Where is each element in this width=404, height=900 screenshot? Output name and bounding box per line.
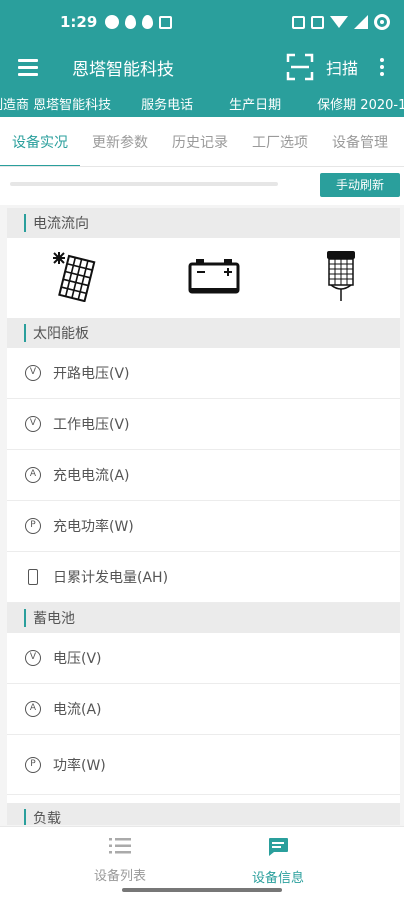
row-label: 电压(V) — [53, 651, 102, 667]
battery-icon — [188, 257, 240, 299]
production-date-info: 生产日期 — [229, 98, 282, 113]
tab-update-params[interactable]: 更新参数 — [80, 117, 160, 166]
power-icon: P — [25, 518, 41, 534]
refresh-progress-bar — [10, 182, 278, 186]
section-header-battery: 蓄电池 — [7, 603, 400, 633]
row-label: 开路电压(V) — [53, 366, 130, 382]
status-bar: 1:29 — [0, 0, 404, 44]
current-icon: A — [25, 701, 41, 717]
refresh-row: 手动刷新 — [0, 167, 404, 205]
home-indicator[interactable] — [122, 888, 282, 892]
voltage-icon: V — [25, 365, 41, 381]
scan-icon[interactable] — [286, 53, 314, 81]
message-icon — [218, 837, 338, 861]
row-label: 充电电流(A) — [53, 468, 130, 484]
current-flow-diagram — [7, 238, 400, 318]
row-label: 功率(W) — [53, 757, 106, 774]
app-bar: 恩塔智能科技 扫描 — [0, 44, 404, 90]
status-time: 1:29 — [60, 13, 98, 31]
tab-history[interactable]: 历史记录 — [160, 117, 240, 166]
manufacturer-info: 制造商 恩塔智能科技 — [0, 98, 112, 113]
tab-device-management[interactable]: 设备管理 — [320, 117, 400, 166]
list-item-open-circuit-voltage[interactable]: V 开路电压(V) — [7, 348, 400, 399]
drop-icon — [142, 15, 154, 29]
wifi-icon — [330, 16, 348, 28]
device-info-bar: 制造商 恩塔智能科技 服务电话 生产日期 保修期 2020-11 — [0, 90, 404, 117]
list-icon — [60, 837, 180, 859]
content-scroll[interactable]: 电流流向 太阳能板 V 开路电压(V) V 工作电压(V) A 充电电流(A) … — [7, 208, 400, 825]
menu-icon[interactable] — [18, 59, 38, 76]
tab-bar: 设备实况 更新参数 历史记录 工厂选项 设备管理 — [0, 117, 404, 167]
row-label: 充电功率(W) — [53, 519, 134, 535]
power-icon: P — [25, 756, 41, 773]
scan-button[interactable]: 扫描 — [326, 55, 358, 79]
notification-icon — [105, 15, 120, 29]
list-item-charge-current[interactable]: A 充电电流(A) — [7, 450, 400, 501]
list-item-battery-voltage[interactable]: V 电压(V) — [7, 633, 400, 684]
record-icon — [374, 14, 390, 30]
section-header-load: 负载 — [7, 803, 400, 825]
voltage-icon: V — [25, 650, 41, 666]
drop-icon — [125, 15, 137, 29]
nav-device-info[interactable]: 设备信息 — [218, 837, 338, 886]
voltage-icon: V — [25, 416, 41, 432]
battery-small-icon — [28, 569, 38, 585]
lamp-load-icon — [323, 249, 359, 307]
section-title: 太阳能板 — [33, 326, 89, 342]
nfc-icon — [292, 15, 305, 29]
list-item-battery-power[interactable]: P 功率(W) — [7, 735, 400, 795]
row-label: 电流(A) — [53, 702, 102, 718]
section-title: 负载 — [33, 811, 61, 825]
list-item-charge-power[interactable]: P 充电功率(W) — [7, 501, 400, 552]
section-title: 电流流向 — [33, 216, 89, 232]
image-icon — [159, 15, 173, 29]
list-item-working-voltage[interactable]: V 工作电压(V) — [7, 399, 400, 450]
section-header-solar-panel: 太阳能板 — [7, 318, 400, 348]
warranty-info: 保修期 2020-11 — [317, 98, 404, 113]
row-label: 工作电压(V) — [53, 417, 130, 433]
row-label: 日累计发电量(AH) — [53, 570, 169, 586]
section-header-current-flow: 电流流向 — [7, 208, 400, 238]
current-icon: A — [25, 467, 41, 483]
list-item-daily-generation[interactable]: 日累计发电量(AH) — [7, 552, 400, 603]
screenshot-icon — [311, 15, 324, 29]
solar-panel-icon — [49, 250, 105, 306]
signal-icon — [354, 15, 368, 29]
nav-label: 设备信息 — [251, 871, 304, 886]
more-options-icon[interactable] — [380, 58, 384, 76]
list-item-battery-current[interactable]: A 电流(A) — [7, 684, 400, 735]
service-phone-info: 服务电话 — [141, 98, 194, 113]
section-title: 蓄电池 — [33, 611, 75, 627]
tab-live-status[interactable]: 设备实况 — [0, 117, 80, 166]
app-title: 恩塔智能科技 — [72, 59, 174, 80]
nav-device-list[interactable]: 设备列表 — [60, 837, 180, 884]
manual-refresh-button[interactable]: 手动刷新 — [320, 173, 400, 197]
tab-factory-options[interactable]: 工厂选项 — [240, 117, 320, 166]
nav-label: 设备列表 — [93, 869, 146, 884]
